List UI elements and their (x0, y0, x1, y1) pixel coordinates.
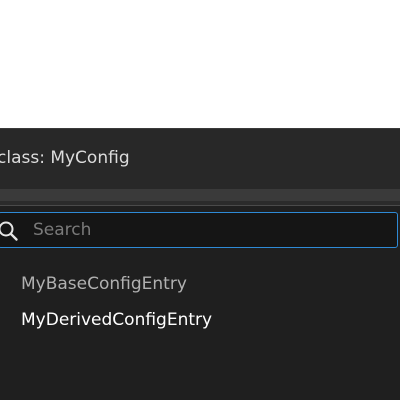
search-input[interactable] (33, 213, 393, 247)
toolbar-divider (0, 201, 400, 205)
empty-area (0, 0, 400, 128)
class-list: MyBaseConfigEntry MyDerivedConfigEntry (0, 266, 400, 338)
screen: class: MyConfig MyBaseConfigEntry MyDeri… (0, 0, 400, 400)
search-box[interactable] (0, 212, 398, 248)
search-icon (0, 220, 19, 242)
popup-header: class: MyConfig (0, 128, 400, 189)
toolbar-strip (0, 189, 400, 206)
class-picker-popup: class: MyConfig MyBaseConfigEntry MyDeri… (0, 128, 400, 400)
list-item-mybaseconfigentry[interactable]: MyBaseConfigEntry (0, 266, 400, 302)
list-item-myderivedconfigentry[interactable]: MyDerivedConfigEntry (0, 302, 400, 338)
popup-title: class: MyConfig (0, 148, 130, 168)
